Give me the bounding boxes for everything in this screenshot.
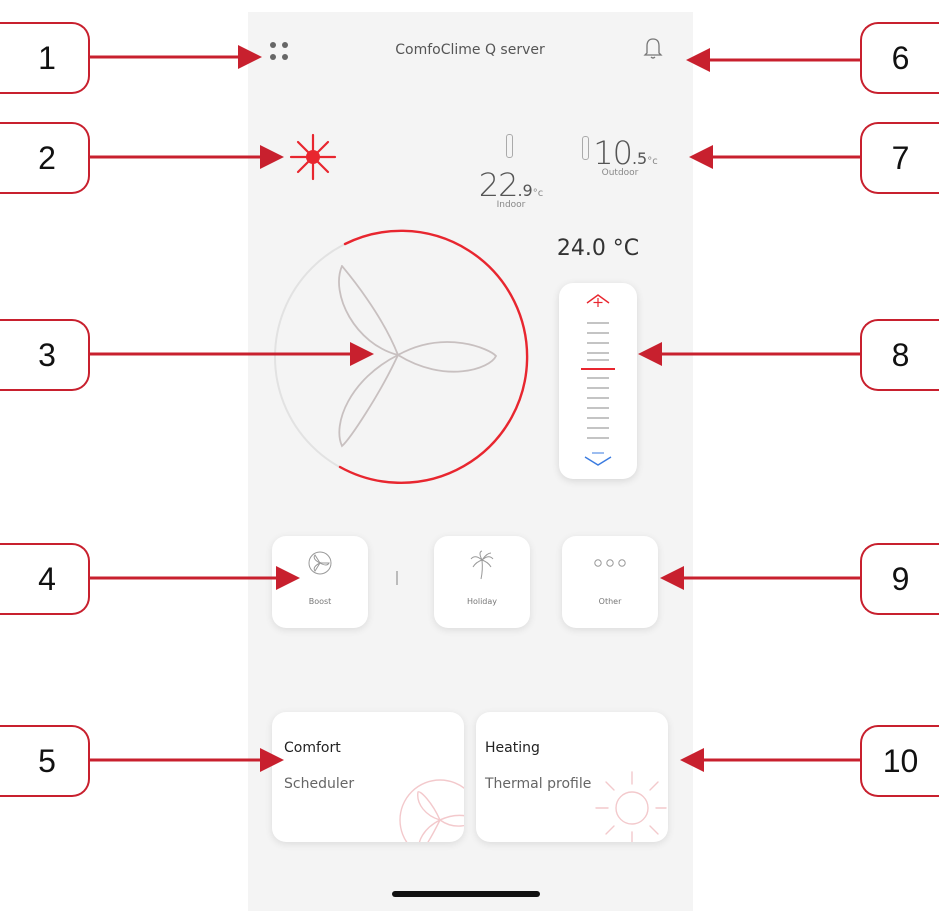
callout-1: 1 <box>0 22 90 94</box>
callout-5: 5 <box>0 725 90 797</box>
callout-8: 8 <box>860 319 939 391</box>
callout-4: 4 <box>0 543 90 615</box>
callout-7: 7 <box>860 122 939 194</box>
callout-10: 10 <box>860 725 939 797</box>
callout-9: 9 <box>860 543 939 615</box>
callout-6: 6 <box>860 22 939 94</box>
callout-3: 3 <box>0 319 90 391</box>
callout-arrows <box>90 45 860 772</box>
callout-2: 2 <box>0 122 90 194</box>
